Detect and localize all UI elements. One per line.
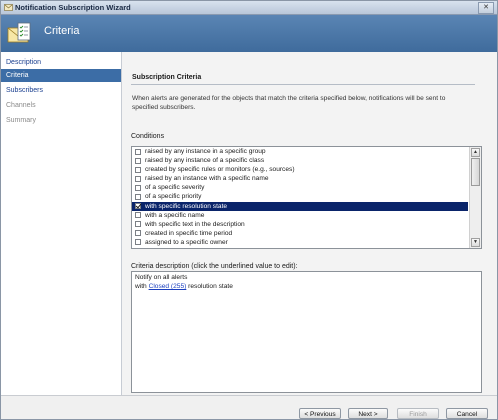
wizard-footer: < Previous Next > Finish Cancel xyxy=(1,395,497,419)
conditions-list[interactable]: raised by any instance in a specific gro… xyxy=(131,146,482,249)
previous-button[interactable]: < Previous xyxy=(299,408,341,419)
section-title: Subscription Criteria xyxy=(132,74,202,81)
nav-item-channels: Channels xyxy=(6,102,36,109)
condition-label: of a specific priority xyxy=(145,193,202,201)
condition-checkbox[interactable] xyxy=(135,175,141,182)
condition-checkbox[interactable] xyxy=(135,221,141,228)
description-text: When alerts are generated for the object… xyxy=(132,95,446,111)
condition-label: raised by any instance of a specific cla… xyxy=(145,157,265,165)
condition-label: created by specific rules or monitors (e… xyxy=(145,166,295,174)
condition-row[interactable]: raised by an instance with a specific na… xyxy=(132,174,468,183)
scroll-up-icon[interactable]: ▲ xyxy=(471,148,480,157)
page-title: Criteria xyxy=(44,25,80,37)
close-icon[interactable]: ✕ xyxy=(478,2,494,14)
criteria-line-1: Notify on all alerts xyxy=(135,274,188,281)
app-icon xyxy=(4,4,13,11)
criteria-description-box: Notify on all alerts with Closed (255) r… xyxy=(131,271,482,393)
condition-checkbox[interactable] xyxy=(135,148,141,155)
condition-row[interactable]: of a specific severity xyxy=(132,183,468,192)
window-title: Notification Subscription Wizard xyxy=(15,3,131,12)
condition-label: with a specific name xyxy=(145,211,205,219)
condition-label: created in specific time period xyxy=(145,229,233,237)
nav-item-criteria[interactable]: Criteria xyxy=(1,69,121,82)
content-panel: Subscription Criteria When alerts are ge… xyxy=(122,52,497,395)
wizard-nav: Description Criteria Subscribers Channel… xyxy=(1,52,122,395)
nav-item-subscribers[interactable]: Subscribers xyxy=(1,84,121,97)
condition-row[interactable]: of a specific priority xyxy=(132,192,468,201)
condition-row[interactable]: created in specific time period xyxy=(132,229,468,238)
condition-checkbox[interactable] xyxy=(135,166,141,173)
resolution-state-link[interactable]: Closed (255) xyxy=(149,283,187,290)
section-divider xyxy=(131,84,475,85)
nav-item-summary: Summary xyxy=(6,117,36,124)
cancel-button[interactable]: Cancel xyxy=(446,408,488,419)
condition-row[interactable]: with specific text in the description xyxy=(132,220,468,229)
conditions-scrollbar[interactable]: ▲ ▼ xyxy=(469,147,481,248)
criteria-line-2: with Closed (255) resolution state xyxy=(135,283,233,290)
criteria-label: Criteria description (click the underlin… xyxy=(131,263,298,270)
condition-label: raised by any instance in a specific gro… xyxy=(145,148,266,155)
wizard-window: Notification Subscription Wizard ✕ Crite… xyxy=(0,0,498,420)
condition-label: of a specific severity xyxy=(145,184,205,192)
condition-label: assigned to a specific owner xyxy=(145,238,228,246)
criteria-suffix: resolution state xyxy=(188,283,233,290)
condition-row[interactable]: created by specific rules or monitors (e… xyxy=(132,165,468,174)
condition-checkbox[interactable] xyxy=(135,239,141,246)
scroll-down-icon[interactable]: ▼ xyxy=(471,238,480,247)
envelope-checklist-icon xyxy=(7,22,31,43)
title-bar: Notification Subscription Wizard ✕ xyxy=(1,1,497,15)
scroll-thumb[interactable] xyxy=(471,158,480,186)
condition-row[interactable]: raised by any instance in a specific gro… xyxy=(132,147,468,156)
condition-row[interactable]: assigned to a specific owner xyxy=(132,238,468,247)
condition-checkbox[interactable] xyxy=(135,230,141,237)
conditions-rows: raised by any instance in a specific gro… xyxy=(132,147,468,247)
condition-row[interactable]: with a specific name xyxy=(132,211,468,220)
conditions-label: Conditions xyxy=(131,133,165,140)
condition-label: with specific text in the description xyxy=(145,220,245,228)
condition-label: raised by an instance with a specific na… xyxy=(145,175,269,183)
condition-checkbox[interactable] xyxy=(135,193,141,200)
criteria-prefix: with xyxy=(135,283,147,290)
next-button[interactable]: Next > xyxy=(348,408,388,419)
condition-checkbox[interactable] xyxy=(135,157,141,164)
finish-button: Finish xyxy=(397,408,439,419)
wizard-header: Criteria xyxy=(1,15,497,52)
condition-checkbox[interactable] xyxy=(135,212,141,219)
nav-item-description[interactable]: Description xyxy=(1,56,121,69)
condition-row[interactable]: raised by any instance of a specific cla… xyxy=(132,156,468,165)
condition-row[interactable]: with specific resolution state xyxy=(132,201,468,211)
condition-checkbox[interactable] xyxy=(135,184,141,191)
condition-label: with specific resolution state xyxy=(145,202,228,210)
condition-checkbox[interactable] xyxy=(135,203,141,210)
